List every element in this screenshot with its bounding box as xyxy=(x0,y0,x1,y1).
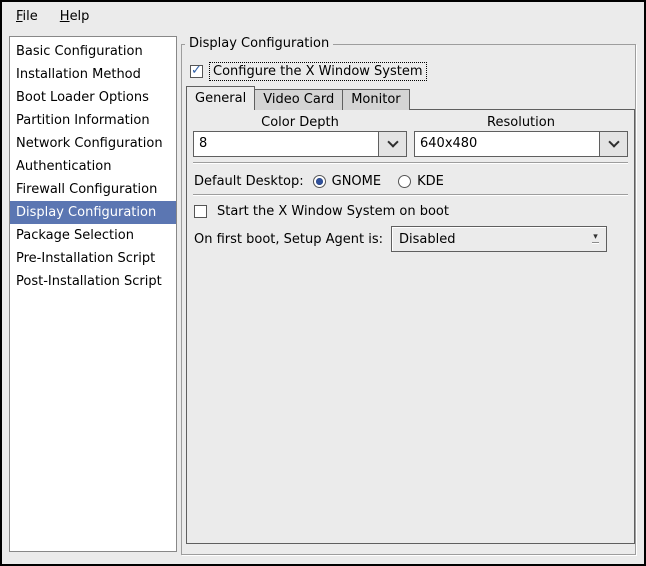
start-x-label: Start the X Window System on boot xyxy=(217,204,449,219)
sidebar-item-installation-method[interactable]: Installation Method xyxy=(10,63,176,86)
color-depth-entry[interactable]: 8 xyxy=(193,131,379,157)
separator xyxy=(193,162,628,164)
app-window: File Help Basic Configuration Installati… xyxy=(0,0,646,566)
tab-video-card[interactable]: Video Card xyxy=(254,89,344,110)
color-depth-combo: 8 xyxy=(193,131,407,157)
gnome-radio-label: GNOME xyxy=(331,173,382,189)
gnome-radio-group: GNOME xyxy=(312,173,382,189)
sidebar-item-pre-installation-script[interactable]: Pre-Installation Script xyxy=(10,247,176,270)
sidebar-item-authentication[interactable]: Authentication xyxy=(10,155,176,178)
option-menu-indicator-icon: ▾ xyxy=(592,232,600,244)
start-x-row: Start the X Window System on boot xyxy=(194,203,452,220)
checkmark-icon: ✓ xyxy=(191,63,202,78)
start-x-checkbox[interactable] xyxy=(194,205,207,218)
general-tab-page: Color Depth Resolution 8 640x480 Default… xyxy=(186,109,635,544)
menubar: File Help xyxy=(2,2,644,30)
sidebar-item-basic-configuration[interactable]: Basic Configuration xyxy=(10,40,176,63)
default-desktop-label: Default Desktop: xyxy=(194,173,304,189)
frame-title: Display Configuration xyxy=(185,36,334,51)
kde-radio-label: KDE xyxy=(417,173,444,189)
menu-help[interactable]: Help xyxy=(54,6,96,27)
sidebar-item-network-configuration[interactable]: Network Configuration xyxy=(10,132,176,155)
configure-x-checkbox[interactable]: ✓ xyxy=(190,63,203,78)
default-desktop-row: Default Desktop: GNOME KDE xyxy=(194,168,444,194)
resolution-entry[interactable]: 640x480 xyxy=(414,131,600,157)
kde-radio[interactable] xyxy=(398,174,412,188)
color-depth-label: Color Depth xyxy=(261,115,339,130)
category-list: Basic Configuration Installation Method … xyxy=(9,36,177,552)
kde-radio-group: KDE xyxy=(398,174,444,189)
configure-x-row: ✓ Configure the X Window System xyxy=(190,62,427,81)
resolution-combo: 640x480 xyxy=(414,131,628,157)
sidebar-item-firewall-configuration[interactable]: Firewall Configuration xyxy=(10,178,176,201)
chevron-down-icon xyxy=(607,136,620,148)
chevron-down-icon xyxy=(386,136,399,148)
tab-bar: General Video Card Monitor xyxy=(186,86,410,110)
separator xyxy=(193,194,628,196)
setup-agent-label: On first boot, Setup Agent is: xyxy=(194,231,384,247)
resolution-label: Resolution xyxy=(487,115,555,130)
sidebar-item-partition-information[interactable]: Partition Information xyxy=(10,109,176,132)
setup-agent-value: Disabled xyxy=(399,231,456,247)
tab-monitor[interactable]: Monitor xyxy=(342,89,410,110)
sidebar-item-package-selection[interactable]: Package Selection xyxy=(10,224,176,247)
setup-agent-row: On first boot, Setup Agent is: Disabled … xyxy=(194,226,608,252)
configure-x-label: Configure the X Window System xyxy=(209,62,427,81)
sidebar-item-post-installation-script[interactable]: Post-Installation Script xyxy=(10,270,176,293)
gnome-radio[interactable] xyxy=(312,174,326,188)
resolution-dropdown-button[interactable] xyxy=(599,131,628,157)
sidebar-item-boot-loader-options[interactable]: Boot Loader Options xyxy=(10,86,176,109)
setup-agent-option-menu[interactable]: Disabled ▾ xyxy=(391,226,608,252)
sidebar-item-display-configuration[interactable]: Display Configuration xyxy=(10,201,176,224)
tab-general[interactable]: General xyxy=(186,86,256,110)
menu-file[interactable]: File xyxy=(10,6,44,27)
color-depth-dropdown-button[interactable] xyxy=(378,131,407,157)
